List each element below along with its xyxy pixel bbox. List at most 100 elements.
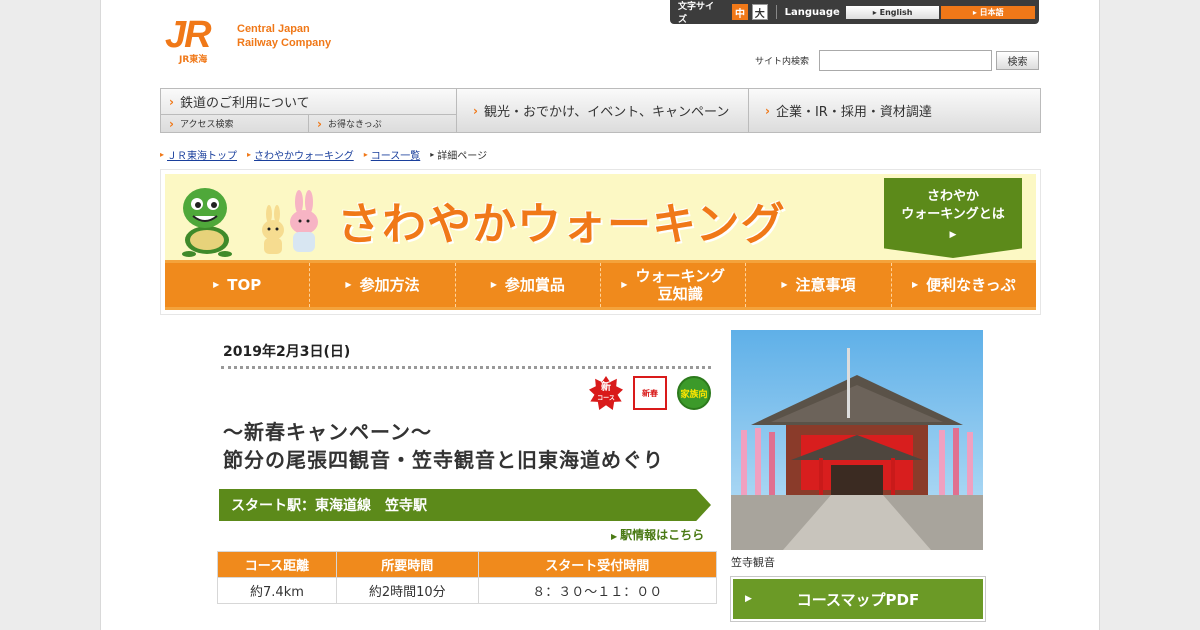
turtle-mascot-illustration (182, 188, 232, 257)
triangle-right-icon: ▸ (363, 150, 368, 159)
gnav-corporate-label: 企業・IR・採用・資材調達 (775, 105, 932, 120)
triangle-right-icon: ▶ (490, 280, 497, 289)
triangle-right-icon: ▶ (611, 532, 618, 541)
photo-caption: 笠寺観音 (731, 556, 775, 569)
gnav-railway[interactable]: › 鉄道のご利用について (161, 89, 456, 116)
temple-photo (731, 330, 983, 550)
walking-banner: さわやかウォーキング さわやか ウォーキングとは ▶ ▶ TOP ▶ 参加方法 ▶ 参… (160, 169, 1041, 315)
table-header-start-time: スタート受付時間 (477, 551, 718, 578)
chevron-right-icon: › (169, 116, 174, 131)
utility-bar: 文字サイズ 中 大 Language ▸ English ▸ 日本語 (670, 0, 1039, 25)
table-header-distance: コース距離 (217, 551, 337, 578)
walking-nav-label: 豆知識 (657, 285, 703, 303)
walking-nav-how-to-join[interactable]: ▶ 参加方法 (310, 263, 456, 307)
gnav-access-search[interactable]: › アクセス検索 (161, 115, 309, 132)
station-info-label: 駅情報はこちら (620, 528, 705, 542)
page: JR JR東海 Central Japan Railway Company 文字… (100, 0, 1100, 630)
badge-new-text: 新 (600, 381, 611, 393)
gnav-railway-label: 鉄道のご利用について (179, 96, 310, 112)
walking-nav-tips[interactable]: ▶ ウォーキング 豆知識 (601, 263, 747, 307)
search-input[interactable] (819, 50, 992, 71)
breadcrumb-label: 詳細ページ (437, 151, 488, 162)
breadcrumb-item-course-list[interactable]: ▸ コース一覧 (364, 147, 421, 162)
breadcrumb-label: さわやかウォーキング (254, 151, 354, 162)
breadcrumb: ▸ ＪＲ東海トップ ▸ さわやかウォーキング ▸ コース一覧 ▸ 詳細ページ (160, 147, 497, 162)
chevron-right-icon: › (473, 103, 478, 118)
chevron-right-icon: › (765, 103, 770, 118)
walking-nav-notes[interactable]: ▶ 注意事項 (746, 263, 892, 307)
language-english-button[interactable]: ▸ English (845, 5, 940, 19)
walking-nav-tips-labels: ウォーキング 豆知識 (635, 267, 725, 303)
global-nav: › 鉄道のご利用について › アクセス検索 › お得なきっぷ › 観光・おでかけ、イベン… (160, 88, 1041, 133)
banner-header: さわやかウォーキング さわやか ウォーキングとは ▶ (165, 174, 1036, 260)
walking-nav-prizes[interactable]: ▶ 参加賞品 (456, 263, 601, 307)
breadcrumb-item-jr-top[interactable]: ▸ ＪＲ東海トップ (160, 147, 237, 162)
dotted-divider (221, 366, 711, 369)
walking-nav-label: TOP (227, 276, 262, 294)
search-label: サイト内検索 (754, 57, 809, 67)
start-station-banner: スタート駅：東海道線 笠寺駅 (219, 489, 711, 521)
company-name: Central Japan Railway Company (237, 22, 331, 50)
breadcrumb-item-current: ▸ 詳細ページ (430, 147, 487, 162)
walking-nav-top[interactable]: ▶ TOP (165, 263, 311, 307)
event-title-line1: ～新春キャンペーン～ (223, 420, 432, 444)
course-map-pdf-button[interactable]: ▶ コースマップPDF (733, 579, 983, 619)
course-duration: 約2時間10分 (335, 577, 479, 604)
event-title: ～新春キャンペーン～ 節分の尾張四観音・笠寺観音と旧東海道めぐり (223, 418, 664, 474)
badge-family-text: 家族向 (680, 389, 708, 400)
jr-logo-sub: JR東海 (179, 55, 208, 65)
banner-title: さわやかウォーキング (337, 199, 786, 250)
walking-nav-label: 参加方法 (359, 276, 420, 294)
triangle-right-icon: ▶ (781, 280, 788, 289)
gnav-access-label: アクセス検索 (179, 120, 234, 131)
gnav-tickets-label: お得なきっぷ (327, 120, 382, 131)
chevron-right-icon: › (317, 116, 322, 131)
font-size-medium-button[interactable]: 中 (732, 4, 748, 20)
event-date: 2019年2月3日(日) (223, 344, 351, 360)
triangle-right-icon: ▶ (912, 280, 919, 289)
chevron-right-icon: › (169, 94, 174, 109)
walking-nav-label: 便利なきっぷ (926, 276, 1016, 294)
table-header-duration: 所要時間 (335, 551, 479, 578)
company-name-line1: Central Japan (237, 23, 310, 35)
start-reception-time: ８：３０～１１：００ (477, 577, 718, 604)
breadcrumb-label: ＪＲ東海トップ (167, 151, 238, 162)
new-course-badge-icon: 新コース (589, 376, 623, 410)
course-info-table: コース距離 所要時間 スタート受付時間 約7.4km 約2時間10分 ８：３０～… (217, 551, 718, 604)
triangle-right-icon: ▸ (160, 150, 165, 159)
table-row: 約7.4km 約2時間10分 ８：３０～１１：００ (217, 577, 718, 604)
course-badges: 新コース 新春 家族向 (579, 376, 711, 410)
gnav-discount-tickets[interactable]: › お得なきっぷ (309, 115, 456, 132)
breadcrumb-item-walking[interactable]: ▸ さわやかウォーキング (247, 147, 354, 162)
gnav-corporate[interactable]: › 企業・IR・採用・資材調達 (749, 89, 1040, 132)
font-size-large-button[interactable]: 大 (751, 4, 768, 20)
divider (775, 5, 777, 19)
what-is-walking-button[interactable]: さわやか ウォーキングとは ▶ (884, 178, 1022, 258)
jr-central-logo[interactable]: JR JR東海 Central Japan Railway Company (165, 14, 331, 65)
badge-spring-text: 新春 (642, 388, 658, 398)
gnav-sightseeing[interactable]: › 観光・おでかけ、イベント、キャンペーン (457, 89, 749, 132)
language-japanese-button[interactable]: ▸ 日本語 (941, 5, 1036, 19)
breadcrumb-label: コース一覧 (370, 151, 421, 162)
family-badge-icon: 家族向 (677, 376, 711, 410)
walking-nav: ▶ TOP ▶ 参加方法 ▶ 参加賞品 ▶ ウォーキング 豆知識 ▶ 注意事項 ▶ 便利なきっ… (165, 260, 1036, 310)
course-map-pdf-label: コースマップPDF (796, 590, 920, 609)
triangle-right-icon: ▸ (430, 150, 435, 159)
language-japanese-label: 日本語 (979, 7, 1004, 17)
triangle-right-icon: ▶ (345, 280, 352, 289)
gnav-railway-group: › 鉄道のご利用について › アクセス検索 › お得なきっぷ (161, 89, 457, 132)
station-info-link[interactable]: ▶ 駅情報はこちら (611, 526, 704, 543)
language-english-label: English (879, 7, 913, 17)
walking-nav-label: 参加賞品 (504, 276, 565, 294)
walking-nav-tickets[interactable]: ▶ 便利なきっぷ (892, 263, 1036, 307)
company-name-line2: Railway Company (237, 37, 332, 49)
jr-logo-mark: JR JR東海 (165, 14, 229, 65)
new-year-badge-icon: 新春 (633, 376, 667, 410)
gnav-sightseeing-label: 観光・おでかけ、イベント、キャンペーン (483, 105, 730, 120)
jr-logo-letters: JR (165, 14, 212, 56)
search-button[interactable]: 検索 (996, 51, 1039, 70)
event-title-line2: 節分の尾張四観音・笠寺観音と旧東海道めぐり (223, 448, 664, 472)
font-size-label: 文字サイズ (678, 2, 715, 25)
triangle-right-icon: ▶ (213, 280, 220, 289)
triangle-right-icon: ▸ (247, 150, 252, 159)
